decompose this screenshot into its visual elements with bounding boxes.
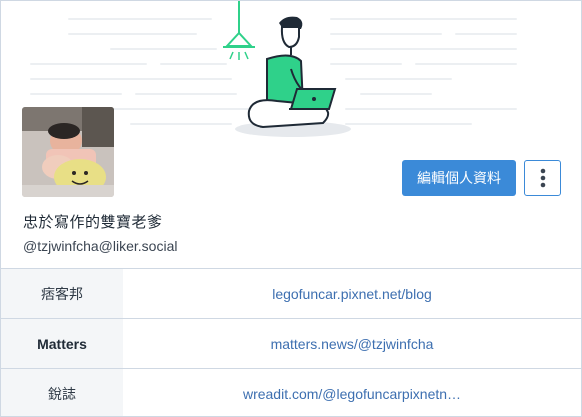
profile-link-row: 痞客邦 legofuncar.pixnet.net/blog [1, 269, 581, 319]
profile-link-label: 痞客邦 [1, 269, 123, 318]
vertical-ellipsis-icon [540, 168, 545, 188]
profile-link-row: 銳誌 wreadit.com/@legofuncarpixnetn… [1, 369, 581, 416]
profile-link-url[interactable]: matters.news/@tzjwinfcha [123, 319, 581, 368]
more-options-button[interactable] [524, 160, 561, 196]
account-handle: @tzjwinfcha@liker.social [23, 238, 178, 254]
profile-link-url[interactable]: legofuncar.pixnet.net/blog [123, 269, 581, 318]
display-name: 忠於寫作的雙寶老爹 [23, 214, 163, 231]
profile-link-label: Matters [1, 319, 123, 368]
profile-link-row: Matters matters.news/@tzjwinfcha [1, 319, 581, 369]
lamp-illustration [223, 1, 255, 60]
profile-link-url[interactable]: wreadit.com/@legofuncarpixnetn… [123, 369, 581, 416]
profile-card: 編輯個人資料 忠於寫作的雙寶老爹 @tzjwinfcha@liker.socia… [0, 0, 582, 417]
edit-profile-button[interactable]: 編輯個人資料 [402, 160, 516, 196]
avatar [22, 107, 114, 197]
profile-link-label: 銳誌 [1, 369, 123, 416]
profile-links-table: 痞客邦 legofuncar.pixnet.net/blog Matters m… [1, 268, 581, 416]
